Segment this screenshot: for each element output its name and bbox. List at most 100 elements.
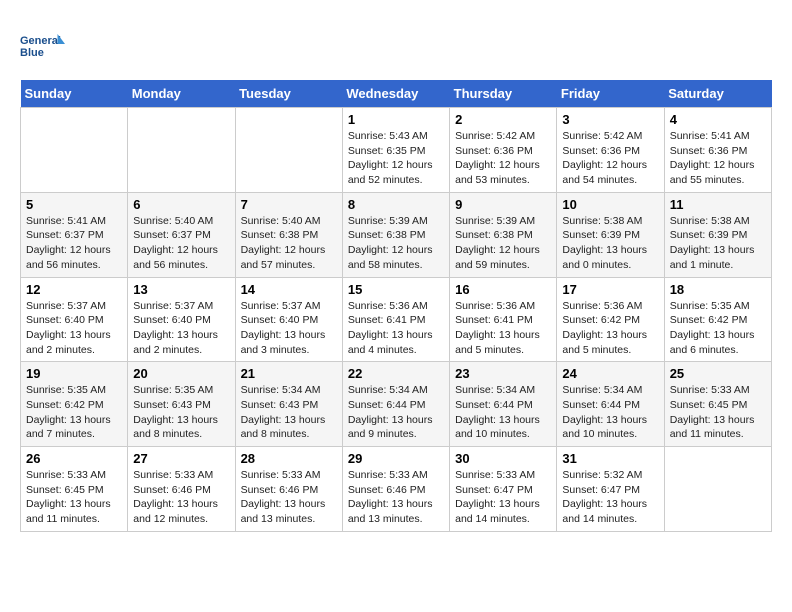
day-info: Sunrise: 5:36 AMSunset: 6:41 PMDaylight:… <box>455 299 551 358</box>
header-thursday: Thursday <box>450 80 557 108</box>
header-sunday: Sunday <box>21 80 128 108</box>
calendar-cell: 18Sunrise: 5:35 AMSunset: 6:42 PMDayligh… <box>664 277 771 362</box>
calendar-cell: 25 Sunrise: 5:33 AMSunset: 6:45 PMDayligh… <box>664 362 771 447</box>
day-number: 11 <box>670 197 766 212</box>
calendar-cell: 19 Sunrise: 5:35 AMSunset: 6:42 PMDayligh… <box>21 362 128 447</box>
header-tuesday: Tuesday <box>235 80 342 108</box>
day-number: 6 <box>133 197 229 212</box>
day-number: 5 <box>26 197 122 212</box>
day-info: Sunrise: 5:32 AMSunset: 6:47 PMDaylight:… <box>562 468 658 527</box>
day-number: 13 <box>133 282 229 297</box>
day-info: Sunrise: 5:33 AMSunset: 6:45 PMDaylight:… <box>670 383 766 442</box>
day-info: Sunrise: 5:36 AMSunset: 6:41 PMDaylight:… <box>348 299 444 358</box>
day-info: Sunrise: 5:35 AMSunset: 6:42 PMDaylight:… <box>26 383 122 442</box>
calendar-week-row: 19 Sunrise: 5:35 AMSunset: 6:42 PMDayligh… <box>21 362 772 447</box>
day-info: Sunrise: 5:38 AMSunset: 6:39 PMDaylight:… <box>670 214 766 273</box>
calendar-cell: 30Sunrise: 5:33 AMSunset: 6:47 PMDayligh… <box>450 447 557 532</box>
calendar-cell <box>21 108 128 193</box>
day-number: 29 <box>348 451 444 466</box>
calendar-cell: 28 Sunrise: 5:33 AMSunset: 6:46 PMDayligh… <box>235 447 342 532</box>
day-number: 31 <box>562 451 658 466</box>
calendar-cell: 14 Sunrise: 5:37 AMSunset: 6:40 PMDayligh… <box>235 277 342 362</box>
calendar-cell: 8 Sunrise: 5:39 AMSunset: 6:38 PMDaylight… <box>342 192 449 277</box>
day-number: 24 <box>562 366 658 381</box>
calendar-cell: 13 Sunrise: 5:37 AMSunset: 6:40 PMDayligh… <box>128 277 235 362</box>
calendar-cell <box>235 108 342 193</box>
calendar-cell: 9 Sunrise: 5:39 AMSunset: 6:38 PMDaylight… <box>450 192 557 277</box>
day-info: Sunrise: 5:41 AMSunset: 6:36 PMDaylight:… <box>670 129 766 188</box>
svg-text:General: General <box>20 35 61 47</box>
calendar-cell: 11 Sunrise: 5:38 AMSunset: 6:39 PMDayligh… <box>664 192 771 277</box>
logo-container: General Blue <box>20 20 70 70</box>
page-header: General Blue <box>20 20 772 70</box>
day-number: 19 <box>26 366 122 381</box>
day-info: Sunrise: 5:34 AMSunset: 6:44 PMDaylight:… <box>455 383 551 442</box>
day-number: 10 <box>562 197 658 212</box>
day-number: 22 <box>348 366 444 381</box>
day-info: Sunrise: 5:37 AMSunset: 6:40 PMDaylight:… <box>26 299 122 358</box>
day-info: Sunrise: 5:37 AMSunset: 6:40 PMDaylight:… <box>241 299 337 358</box>
calendar-cell: 3Sunrise: 5:42 AMSunset: 6:36 PMDaylight… <box>557 108 664 193</box>
calendar-cell: 1 Sunrise: 5:43 AMSunset: 6:35 PMDaylight… <box>342 108 449 193</box>
day-info: Sunrise: 5:42 AMSunset: 6:36 PMDaylight:… <box>562 129 658 188</box>
calendar-cell: 6 Sunrise: 5:40 AMSunset: 6:37 PMDaylight… <box>128 192 235 277</box>
day-info: Sunrise: 5:40 AMSunset: 6:37 PMDaylight:… <box>133 214 229 273</box>
day-number: 23 <box>455 366 551 381</box>
calendar-cell: 16 Sunrise: 5:36 AMSunset: 6:41 PMDayligh… <box>450 277 557 362</box>
day-number: 14 <box>241 282 337 297</box>
day-number: 1 <box>348 112 444 127</box>
day-number: 25 <box>670 366 766 381</box>
logo: General Blue <box>20 20 70 70</box>
logo-svg: General Blue <box>20 20 70 70</box>
calendar-cell <box>128 108 235 193</box>
day-info: Sunrise: 5:43 AMSunset: 6:35 PMDaylight:… <box>348 129 444 188</box>
calendar-cell: 23 Sunrise: 5:34 AMSunset: 6:44 PMDayligh… <box>450 362 557 447</box>
calendar-cell: 31 Sunrise: 5:32 AMSunset: 6:47 PMDayligh… <box>557 447 664 532</box>
header-saturday: Saturday <box>664 80 771 108</box>
calendar-header-row: SundayMondayTuesdayWednesdayThursdayFrid… <box>21 80 772 108</box>
calendar-cell: 7 Sunrise: 5:40 AMSunset: 6:38 PMDaylight… <box>235 192 342 277</box>
day-info: Sunrise: 5:37 AMSunset: 6:40 PMDaylight:… <box>133 299 229 358</box>
day-info: Sunrise: 5:33 AMSunset: 6:46 PMDaylight:… <box>348 468 444 527</box>
calendar-cell: 21Sunrise: 5:34 AMSunset: 6:43 PMDayligh… <box>235 362 342 447</box>
calendar-cell: 4Sunrise: 5:41 AMSunset: 6:36 PMDaylight… <box>664 108 771 193</box>
day-number: 28 <box>241 451 337 466</box>
day-info: Sunrise: 5:40 AMSunset: 6:38 PMDaylight:… <box>241 214 337 273</box>
day-info: Sunrise: 5:33 AMSunset: 6:45 PMDaylight:… <box>26 468 122 527</box>
calendar-table: SundayMondayTuesdayWednesdayThursdayFrid… <box>20 80 772 532</box>
day-number: 2 <box>455 112 551 127</box>
day-info: Sunrise: 5:38 AMSunset: 6:39 PMDaylight:… <box>562 214 658 273</box>
calendar-cell: 10 Sunrise: 5:38 AMSunset: 6:39 PMDayligh… <box>557 192 664 277</box>
calendar-cell: 15 Sunrise: 5:36 AMSunset: 6:41 PMDayligh… <box>342 277 449 362</box>
calendar-week-row: 5 Sunrise: 5:41 AMSunset: 6:37 PMDaylight… <box>21 192 772 277</box>
day-info: Sunrise: 5:34 AMSunset: 6:44 PMDaylight:… <box>562 383 658 442</box>
calendar-cell: 12Sunrise: 5:37 AMSunset: 6:40 PMDayligh… <box>21 277 128 362</box>
day-number: 16 <box>455 282 551 297</box>
svg-text:Blue: Blue <box>20 47 44 59</box>
calendar-cell: 22Sunrise: 5:34 AMSunset: 6:44 PMDayligh… <box>342 362 449 447</box>
day-info: Sunrise: 5:34 AMSunset: 6:43 PMDaylight:… <box>241 383 337 442</box>
day-number: 30 <box>455 451 551 466</box>
day-info: Sunrise: 5:33 AMSunset: 6:46 PMDaylight:… <box>241 468 337 527</box>
day-number: 8 <box>348 197 444 212</box>
calendar-cell: 24 Sunrise: 5:34 AMSunset: 6:44 PMDayligh… <box>557 362 664 447</box>
day-info: Sunrise: 5:39 AMSunset: 6:38 PMDaylight:… <box>348 214 444 273</box>
day-info: Sunrise: 5:35 AMSunset: 6:42 PMDaylight:… <box>670 299 766 358</box>
calendar-cell: 20Sunrise: 5:35 AMSunset: 6:43 PMDayligh… <box>128 362 235 447</box>
day-info: Sunrise: 5:33 AMSunset: 6:46 PMDaylight:… <box>133 468 229 527</box>
day-info: Sunrise: 5:39 AMSunset: 6:38 PMDaylight:… <box>455 214 551 273</box>
header-wednesday: Wednesday <box>342 80 449 108</box>
calendar-cell: 17Sunrise: 5:36 AMSunset: 6:42 PMDayligh… <box>557 277 664 362</box>
calendar-cell: 5 Sunrise: 5:41 AMSunset: 6:37 PMDaylight… <box>21 192 128 277</box>
calendar-week-row: 26 Sunrise: 5:33 AMSunset: 6:45 PMDayligh… <box>21 447 772 532</box>
day-number: 26 <box>26 451 122 466</box>
calendar-cell: 29 Sunrise: 5:33 AMSunset: 6:46 PMDayligh… <box>342 447 449 532</box>
calendar-week-row: 12Sunrise: 5:37 AMSunset: 6:40 PMDayligh… <box>21 277 772 362</box>
day-number: 9 <box>455 197 551 212</box>
day-number: 7 <box>241 197 337 212</box>
header-friday: Friday <box>557 80 664 108</box>
day-info: Sunrise: 5:36 AMSunset: 6:42 PMDaylight:… <box>562 299 658 358</box>
day-number: 15 <box>348 282 444 297</box>
header-monday: Monday <box>128 80 235 108</box>
day-info: Sunrise: 5:41 AMSunset: 6:37 PMDaylight:… <box>26 214 122 273</box>
